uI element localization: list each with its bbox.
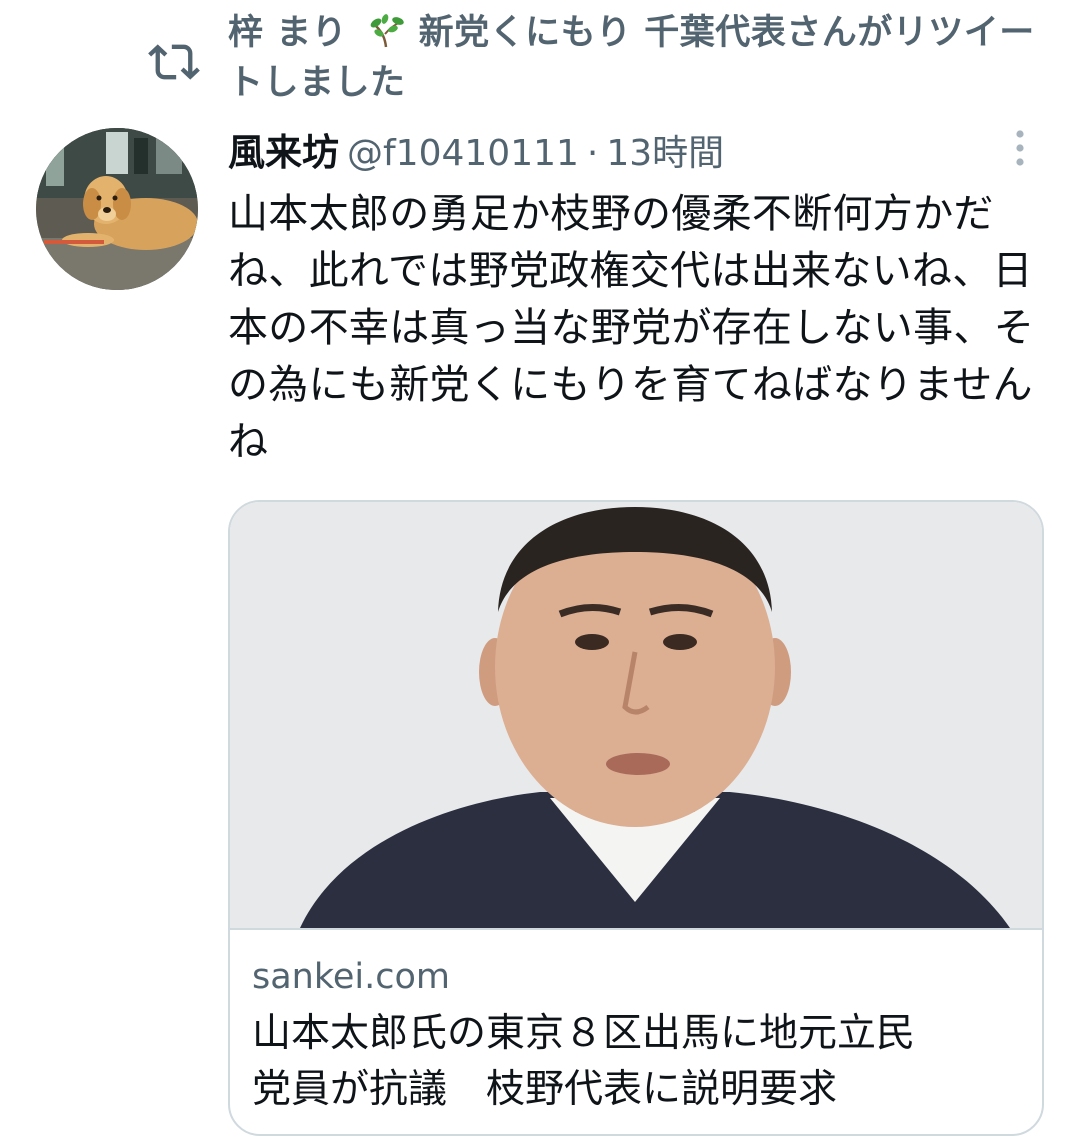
separator-dot: · — [586, 133, 599, 174]
card-domain: sankei.com — [252, 957, 451, 997]
retweet-label[interactable]: 梓 まり 新党くにもり 千葉代表さんがリツイートしました — [228, 8, 1058, 108]
retweet-context[interactable]: 梓 まり 新党くにもり 千葉代表さんがリツイートしました — [0, 0, 1080, 110]
retweeter-name: 梓 まり — [228, 13, 348, 53]
retweet-icon — [148, 44, 200, 80]
display-name[interactable]: 風来坊 — [228, 131, 339, 174]
retweet-label-text: 新党くにもり 千葉代表さんがリツイートしました — [228, 13, 1035, 103]
link-preview-card[interactable]: sankei.com 山本太郎氏の東京８区出馬に地元立民 党員が抗議 枝野代表に… — [228, 500, 1044, 1136]
user-handle[interactable]: @f10410111 — [347, 133, 579, 174]
card-headline-line1: 山本太郎氏の東京８区出馬に地元立民 — [252, 1011, 916, 1056]
tweet-timestamp[interactable]: 13時間 — [606, 133, 724, 174]
card-meta[interactable]: sankei.com 山本太郎氏の東京８区出馬に地元立民 党員が抗議 枝野代表に… — [252, 952, 1022, 1118]
card-headline-line2: 党員が抗議 枝野代表に説明要求 — [252, 1067, 838, 1112]
golden-retriever-avatar — [36, 128, 198, 290]
card-headline: 山本太郎氏の東京８区出馬に地元立民 党員が抗議 枝野代表に説明要求 — [252, 1006, 1022, 1118]
tweet-header: 風来坊 @f10410111 · 13時間 — [228, 126, 988, 180]
sprout-icon — [370, 14, 404, 48]
card-image[interactable] — [230, 502, 1042, 930]
news-photo-man-in-suit — [230, 502, 1042, 928]
tweet-text: 山本太郎の勇足か枝野の優柔不断何方かだね、此れでは野党政権交代は出来ないね、日本… — [228, 191, 1034, 465]
user-avatar[interactable] — [36, 128, 198, 290]
more-options-icon[interactable] — [1004, 128, 1036, 168]
